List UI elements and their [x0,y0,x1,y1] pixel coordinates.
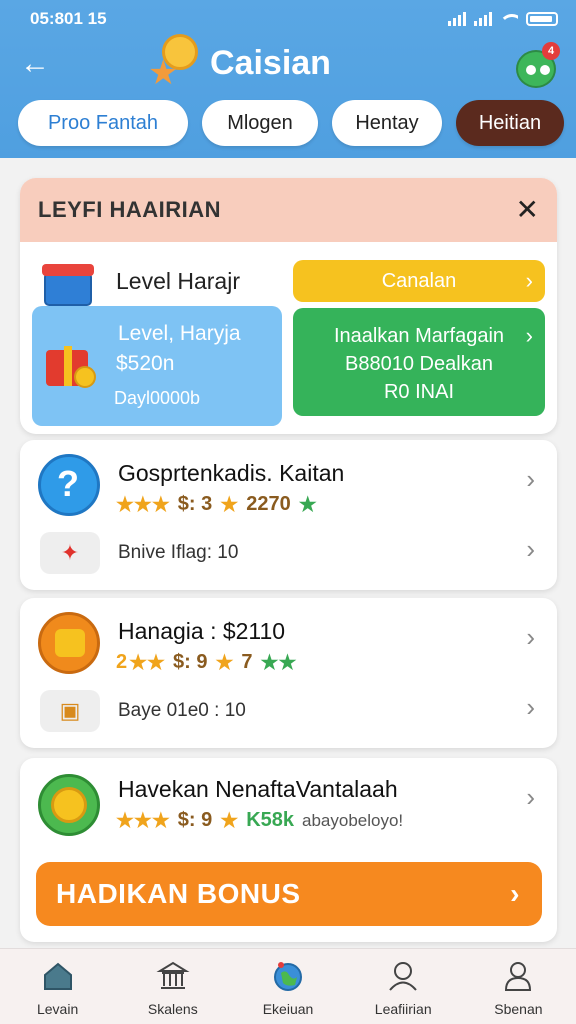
signal-icon [448,12,466,26]
help-icon: ? [38,454,100,516]
offer-line2: B88010 Dealkan [345,353,493,375]
level-card[interactable]: Level, Haryja $520n Dayl0000b [32,306,282,426]
level-title: Level Harajr [116,268,240,294]
rating-row: 2 ★★ $: 9 ★ 7 ★★ [116,651,297,674]
battery-icon [526,12,558,26]
toolbox-icon [42,260,96,308]
tab-bar: Proo Fantah Mlogen Hentay Heitian [18,100,564,146]
chevron-right-icon[interactable]: › [526,692,535,723]
tab-proo-fantah[interactable]: Proo Fantah [18,100,188,146]
status-time: 05:801 15 [30,9,107,28]
offer-card[interactable]: Inaalkan Marfagain B88010 Dealkan R0 INA… [293,308,545,416]
bonus-button[interactable]: HADIKAN BONUS › [36,862,542,926]
bag-icon: ▣ [40,690,100,732]
tab-mlogen[interactable]: Mlogen [202,100,318,146]
tab-hentay[interactable]: Hentay [332,100,442,146]
chevron-right-icon[interactable]: › [526,782,535,813]
chevron-right-icon: › [525,323,533,348]
level-card-line1: Level, Haryja [118,322,241,345]
nav-item-profile[interactable]: Leafiirian [346,949,461,1024]
chevron-right-icon: › [510,878,520,909]
wifi-icon [500,12,518,26]
offer-line1: Inaalkan Marfagain [333,325,505,347]
person-icon [501,959,535,993]
chevron-right-icon[interactable]: › [526,464,535,495]
panel-title: LEYFI HAAIRIAN [38,197,221,222]
app-header: 05:801 15 ← ★ Caisian 4 Proo Fantah Mlog… [0,0,576,158]
chevron-right-icon[interactable]: › [526,534,535,565]
canalan-button[interactable]: Canalan › [293,260,545,302]
coins-icon [38,774,100,836]
card-title: Gosprtenkadis. Kaitan [118,460,345,486]
notification-badge: 4 [542,42,560,60]
pot-icon [38,612,100,674]
app-logo-icon: ★ [148,34,204,90]
card-subtext: Bnive Iflag: 10 [118,542,239,563]
close-icon[interactable]: ✕ [516,196,539,224]
card-title: Havekan NenaftaVantalaah [118,776,398,802]
nav-item-bank[interactable]: Skalens [115,949,230,1024]
avatar[interactable]: 4 [516,42,560,88]
bottom-nav: Levain Skalens Ekeiuan Leafiirian Sbenan [0,948,576,1024]
offer-line3: R0 INAI [383,381,455,403]
level-card-line3: Dayl0000b [114,388,201,408]
bank-icon [156,959,190,993]
user-icon [386,959,420,993]
list-card-3: Havekan NenaftaVantalaah ★★★ $: 9 ★ K58k a… [20,758,557,942]
chevron-right-icon: › [525,268,533,293]
tab-heitian[interactable]: Heitian [456,100,564,146]
nav-item-globe[interactable]: Ekeiuan [230,949,345,1024]
nav-item-home[interactable]: Levain [0,949,115,1024]
list-card-1[interactable]: ? Gosprtenkadis. Kaitan ★★★ $: 3 ★ 2270 ★ ›… [20,440,557,590]
level-panel: LEYFI HAAIRIAN ✕ Level Harajr Canalan › … [20,178,557,434]
level-card-line2: $520n [116,352,175,375]
globe-icon [271,959,305,993]
gift-icon [42,338,96,390]
back-arrow-icon[interactable]: ← [20,46,52,82]
candy-icon: ✦ [40,532,100,574]
rating-row: ★★★ $: 3 ★ 2270 ★ [116,493,317,516]
app-title: Caisian [210,44,331,82]
card-subtext: Baye 01e0 : 10 [118,700,246,721]
chevron-right-icon[interactable]: › [526,622,535,653]
rating-row: ★★★ $: 9 ★ K58k abayobeloyo! [116,809,404,832]
panel-header: LEYFI HAAIRIAN ✕ [20,178,557,242]
status-bar: 05:801 15 [30,8,558,30]
card-title: Hanagia : $2110 [118,618,286,644]
signal-2-icon [474,12,492,26]
list-card-2[interactable]: Hanagia : $2110 2 ★★ $: 9 ★ 7 ★★ › ▣ Baye 01… [20,598,557,748]
home-icon [41,959,75,993]
nav-item-account[interactable]: Sbenan [461,949,576,1024]
